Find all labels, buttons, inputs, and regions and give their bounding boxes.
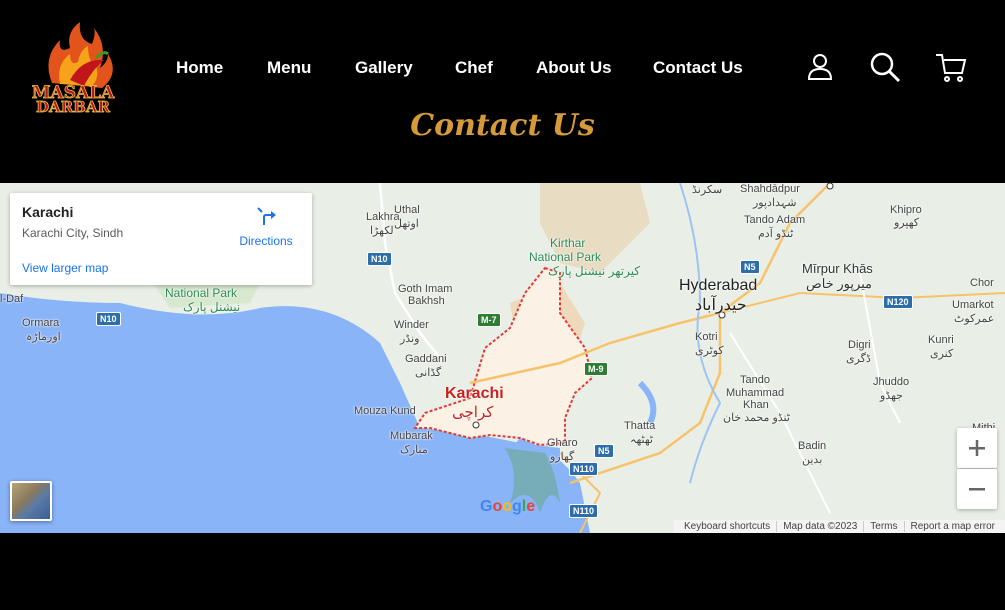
- search-icon[interactable]: [868, 50, 902, 84]
- minus-icon: [969, 488, 985, 491]
- terms-link[interactable]: Terms: [863, 521, 903, 532]
- map-label-uthal-ur: اوتھل: [394, 218, 419, 230]
- map-label-umarkot-ur: عمرکوٹ: [954, 313, 995, 325]
- directions-button[interactable]: Directions: [235, 205, 297, 248]
- view-larger-map-link[interactable]: View larger map: [22, 261, 108, 275]
- map-label-mubarak: Mubarak: [390, 430, 433, 442]
- map-label-thatta: Thatta: [624, 420, 656, 432]
- map-label-ormara: Ormara: [22, 317, 60, 329]
- map-data-attribution: Map data ©2023: [776, 521, 863, 532]
- map-label-gaddani-ur: گڈانی: [415, 367, 442, 379]
- report-map-error-link[interactable]: Report a map error: [903, 521, 1001, 532]
- map-label-daf: l-Daf: [0, 293, 24, 305]
- map-label-jhuddo-ur: جھڈو: [880, 390, 903, 402]
- map-label-ormara-ur: اورماڑہ: [26, 331, 61, 343]
- map-label-kirthar: Kirthar: [550, 236, 586, 250]
- map-label-mubarak-ur: مبارک: [400, 444, 428, 456]
- nav-menu[interactable]: Menu: [267, 58, 311, 78]
- road-shield-n10: N10: [367, 252, 392, 266]
- map-label-chor: Chor: [970, 277, 994, 289]
- map-label-khipro: Khipro: [890, 204, 922, 216]
- map-label-goth-imam: Goth Imam: [398, 283, 453, 295]
- zoom-in-button[interactable]: [957, 428, 997, 468]
- masala-darbar-logo[interactable]: MASALA DARBAR: [12, 18, 134, 113]
- map-label-karachi: Karachi: [445, 385, 504, 402]
- map-label-winder-ur: ونڈر: [400, 333, 420, 345]
- keyboard-shortcuts-link[interactable]: Keyboard shortcuts: [678, 521, 776, 532]
- map-label-tando-muhammad: Muhammad: [726, 387, 785, 399]
- map-label-tando-ur: ٹنڈو محمد خان: [723, 412, 790, 424]
- nav-contact-us[interactable]: Contact Us: [653, 58, 743, 78]
- map-label-tando-adam: Tando Adam: [744, 214, 806, 226]
- map-label-hyderabad: Hyderabad: [679, 277, 758, 294]
- page-title: Contact Us: [410, 108, 595, 143]
- map-label-kotri-ur: کوٹری: [695, 345, 724, 357]
- road-shield-n10-west: N10: [96, 312, 121, 326]
- map-label-digri-ur: ڈگری: [846, 353, 871, 365]
- map-label-gaddani: Gaddani: [405, 353, 447, 365]
- road-shield-n5: N5: [740, 260, 760, 274]
- place-card: Karachi Karachi City, Sindh View larger …: [10, 193, 312, 285]
- map-label-mouza-kund: Mouza Kund: [354, 405, 416, 417]
- map-label-tando-khan: Khan: [743, 399, 769, 411]
- map-label-badin: Badin: [798, 440, 827, 452]
- road-shield-n110-south: N110: [569, 504, 599, 518]
- road-shield-n5-south: N5: [594, 444, 614, 458]
- map-label-jhuddo: Jhuddo: [873, 376, 910, 388]
- map-label-mirpur-ur: میرپور خاص: [806, 276, 872, 291]
- satellite-toggle[interactable]: [10, 481, 52, 521]
- map-label-national-park: National Park: [165, 286, 238, 300]
- map-label-kirthar-ur: کیرتھر نیشنل پارک: [548, 264, 641, 278]
- map-footer: Keyboard shortcuts Map data ©2023 Terms …: [674, 520, 1005, 533]
- map-label-thatta-ur: ٹھٹھہ: [630, 434, 653, 446]
- map-label-hyderabad-ur: حیدرآباد: [695, 297, 747, 314]
- map-label-kunri-ur: کنری: [930, 348, 954, 360]
- map-label-tando-adam-ur: ٹنڈو آدم: [758, 228, 794, 240]
- map-label-badin-ur: بدین: [802, 454, 823, 466]
- nav-gallery[interactable]: Gallery: [355, 58, 413, 78]
- place-name: Karachi: [22, 204, 74, 220]
- map-label-karachi-ur: کراچی: [452, 404, 494, 421]
- map-label-digri: Digri: [848, 339, 871, 351]
- map-label-shahdadpur-ur: شہدادپور: [753, 197, 797, 209]
- directions-label: Directions: [239, 234, 293, 248]
- map-label-uthal: Uthal: [394, 204, 420, 216]
- map-label-goth-imam-2: Bakhsh: [408, 295, 445, 307]
- map-label-mirpur: Mīrpur Khās: [802, 261, 873, 276]
- map-label-sakrand: سکرنڈ: [692, 184, 723, 196]
- plus-icon: [969, 440, 985, 456]
- road-shield-m9: M-9: [584, 362, 608, 376]
- place-address: Karachi City, Sindh: [22, 226, 124, 240]
- road-shield-n110: N110: [569, 462, 599, 476]
- map-label-shahdadpur: Shahdādpur: [740, 183, 800, 195]
- nav-about-us[interactable]: About Us: [536, 58, 612, 78]
- nav-home[interactable]: Home: [176, 58, 223, 78]
- embedded-map[interactable]: سکرنڈ Shahdādpur شہدادپور Tando Adam ٹنڈ…: [0, 183, 1005, 533]
- user-icon[interactable]: [803, 50, 837, 84]
- map-label-kotri: Kotri: [695, 331, 718, 343]
- map-label-gharo: Gharo: [547, 437, 578, 449]
- google-logo: Google: [480, 498, 536, 515]
- map-label-tando: Tando: [740, 374, 770, 386]
- road-shield-m7: M-7: [477, 313, 501, 327]
- map-label-winder: Winder: [394, 319, 429, 331]
- zoom-out-button[interactable]: [957, 469, 997, 509]
- map-label-khipro-ur: کھپرو: [894, 217, 920, 229]
- road-shield-n120: N120: [883, 295, 913, 309]
- map-label-lakhra-ur: لکھڑا: [370, 225, 394, 237]
- cart-icon[interactable]: [934, 50, 968, 84]
- map-label-umarkot: Umarkot: [952, 299, 994, 311]
- map-label-kirthar-park: National Park: [529, 250, 602, 264]
- map-label-national-park-ur: نیشنل پارک: [183, 300, 241, 314]
- nav-chef[interactable]: Chef: [455, 58, 493, 78]
- site-header: MASALA DARBAR Home Menu Gallery Chef Abo…: [0, 0, 1005, 183]
- directions-icon: [257, 207, 276, 225]
- map-label-kunri: Kunri: [928, 334, 954, 346]
